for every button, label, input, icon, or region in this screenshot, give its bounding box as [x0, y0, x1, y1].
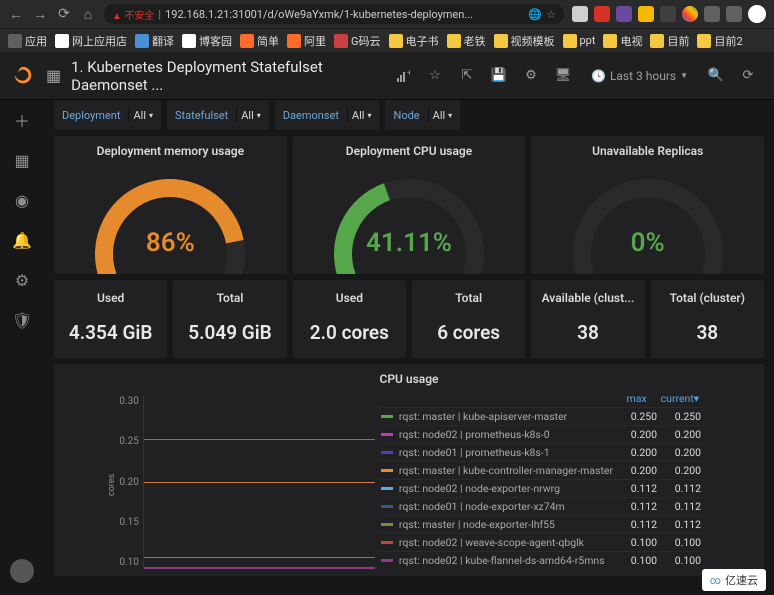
- svg-text:+: +: [407, 69, 410, 77]
- legend-row[interactable]: rqst: node02 | weave-scope-agent-qbglk0.…: [379, 533, 703, 551]
- ext-icon[interactable]: [638, 6, 654, 22]
- bookmark-item[interactable]: 网上应用店: [55, 33, 127, 49]
- chart-area[interactable]: cores 0.300.250.200.150.10: [109, 388, 377, 572]
- insecure-badge: ▲ 不安全: [112, 7, 154, 22]
- template-var[interactable]: DaemonsetAll ▾: [275, 100, 380, 130]
- reload-icon[interactable]: ⟳: [56, 6, 72, 22]
- cpu-usage-panel: CPU usage cores 0.300.250.200.150.10 max…: [54, 364, 764, 576]
- stat-panel: Total6 cores: [412, 280, 525, 358]
- url-text: 192.168.1.21:31001/d/oWe9aYxmk/1-kuberne…: [165, 8, 473, 21]
- bookmark-item[interactable]: 电视: [603, 33, 642, 49]
- chrome-icon[interactable]: [682, 6, 698, 22]
- zoom-out-button[interactable]: 🔍: [702, 62, 730, 90]
- bookmark-item[interactable]: 博客园: [182, 33, 232, 49]
- legend-row[interactable]: rqst: node02 | prometheus-k8s-00.2000.20…: [379, 425, 703, 443]
- ext-icon[interactable]: [572, 6, 588, 22]
- refresh-button[interactable]: ⟳: [734, 62, 762, 90]
- bookmark-item[interactable]: 翻译: [135, 33, 174, 49]
- time-range-button[interactable]: 🕓 Last 3 hours ▼: [581, 62, 698, 90]
- template-var[interactable]: DeploymentAll ▾: [54, 100, 161, 130]
- profile-avatar[interactable]: [748, 5, 766, 23]
- stat-panel: Total5.049 GiB: [173, 280, 286, 358]
- ext-icon[interactable]: [704, 6, 720, 22]
- admin-icon[interactable]: 🛡: [12, 310, 32, 330]
- save-button[interactable]: 💾: [485, 62, 513, 90]
- ext-icon[interactable]: [616, 6, 632, 22]
- clock-icon: 🕓: [591, 69, 606, 83]
- forward-icon[interactable]: →: [32, 6, 48, 22]
- stat-panel: Used4.354 GiB: [54, 280, 167, 358]
- share-button[interactable]: ⇱: [453, 62, 481, 90]
- bookmark-item[interactable]: ppt: [563, 34, 596, 48]
- bookmark-item[interactable]: 目前2: [697, 33, 742, 49]
- legend-col-current[interactable]: current▾: [661, 392, 699, 405]
- grafana-logo[interactable]: [12, 65, 34, 87]
- legend-row[interactable]: rqst: master | node-exporter-lhf550.1120…: [379, 515, 703, 533]
- gauge-panel: Deployment memory usage86%: [54, 136, 287, 274]
- settings-button[interactable]: ⚙: [517, 62, 545, 90]
- watermark: ∞亿速云: [702, 569, 766, 591]
- bookmark-item[interactable]: 目前: [650, 33, 689, 49]
- gauge-panel: Deployment CPU usage41.11%: [293, 136, 526, 274]
- bookmark-item[interactable]: 应用: [8, 33, 47, 49]
- chart-legend: max current▾ rqst: master | kube-apiserv…: [377, 388, 709, 572]
- legend-row[interactable]: rqst: node01 | prometheus-k8s-10.2000.20…: [379, 443, 703, 461]
- star-icon[interactable]: ☆: [546, 8, 556, 21]
- dashboard-icon[interactable]: ▦: [46, 66, 61, 85]
- template-var[interactable]: StatefulsetAll ▾: [167, 100, 269, 130]
- bookmark-item[interactable]: 电子书: [389, 33, 439, 49]
- back-icon[interactable]: ←: [8, 6, 24, 22]
- ext-icon[interactable]: [594, 6, 610, 22]
- create-icon[interactable]: ＋: [12, 110, 32, 130]
- ext-icon[interactable]: [660, 6, 676, 22]
- legend-row[interactable]: rqst: master | kube-apiserver-master0.25…: [379, 407, 703, 425]
- template-var[interactable]: NodeAll ▾: [385, 100, 460, 130]
- add-panel-button[interactable]: +: [389, 62, 417, 90]
- legend-row[interactable]: rqst: node01 | node-exporter-xz74m0.1120…: [379, 497, 703, 515]
- gauge-panel: Unavailable Replicas0%: [531, 136, 764, 274]
- home-icon[interactable]: ⌂: [80, 6, 96, 22]
- stat-panel: Total (cluster)38: [651, 280, 764, 358]
- url-bar[interactable]: ▲ 不安全 | 192.168.1.21:31001/d/oWe9aYxmk/1…: [104, 4, 564, 24]
- extension-icons: [572, 5, 766, 23]
- explore-icon[interactable]: ◉: [12, 190, 32, 210]
- bookmark-item[interactable]: 阿里: [287, 33, 326, 49]
- dashboard-title[interactable]: 1. Kubernetes Deployment Statefulset Dae…: [71, 58, 377, 94]
- bookmark-item[interactable]: 简单: [240, 33, 279, 49]
- legend-col-max[interactable]: max: [627, 392, 647, 405]
- legend-row[interactable]: rqst: master | kube-controller-manager-m…: [379, 461, 703, 479]
- bookmark-bar: 应用网上应用店翻译博客园简单阿里 G码云电子书老铁视频模板 ppt 电视目前目前2: [0, 28, 774, 52]
- alerting-icon[interactable]: 🔔: [12, 230, 32, 250]
- sidebar: ＋ ▦ ◉ 🔔 ⚙ 🛡: [0, 100, 44, 330]
- ext-icon[interactable]: [726, 6, 742, 22]
- bookmark-item[interactable]: 视频模板: [494, 33, 555, 49]
- legend-row[interactable]: rqst: node02 | node-exporter-nrwrg0.1120…: [379, 479, 703, 497]
- dashboards-icon[interactable]: ▦: [12, 150, 32, 170]
- template-vars: DeploymentAll ▾StatefulsetAll ▾Daemonset…: [54, 100, 764, 130]
- star-button[interactable]: ☆: [421, 62, 449, 90]
- legend-row[interactable]: rqst: node02 | kube-flannel-ds-amd64-r5m…: [379, 551, 703, 569]
- translate-icon[interactable]: 🌐: [528, 8, 542, 21]
- panel-title: CPU usage: [379, 368, 438, 388]
- user-avatar[interactable]: [10, 559, 34, 583]
- bookmark-item[interactable]: 老铁: [447, 33, 486, 49]
- stat-panel: Used2.0 cores: [293, 280, 406, 358]
- stat-panel: Available (clust...38: [531, 280, 644, 358]
- bookmark-item[interactable]: G码云: [334, 33, 381, 49]
- cycle-view-button[interactable]: 🖥: [549, 62, 577, 90]
- config-icon[interactable]: ⚙: [12, 270, 32, 290]
- grafana-header: ▦ 1. Kubernetes Deployment Statefulset D…: [0, 52, 774, 100]
